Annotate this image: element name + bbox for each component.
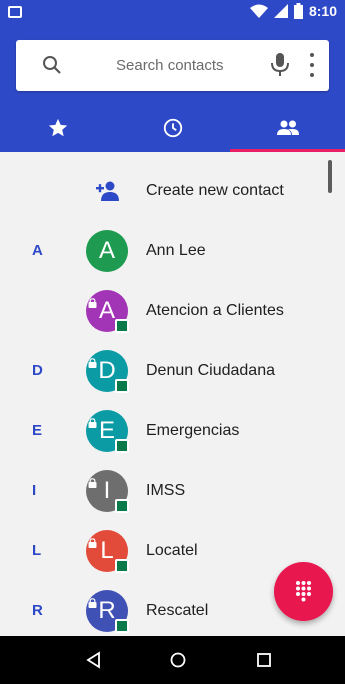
avatar: D (86, 350, 129, 393)
recents-icon[interactable] (254, 650, 274, 670)
avatar-initial: I (103, 477, 111, 504)
section-letter: L (32, 542, 42, 559)
dialpad-button[interactable] (274, 562, 333, 621)
contact-name: Locatel (146, 542, 198, 559)
contact-name: Denun Ciudadana (146, 362, 275, 379)
search-bar[interactable]: Search contacts (16, 40, 329, 91)
avatar: E (86, 410, 129, 453)
home-icon[interactable] (168, 650, 188, 670)
avatar-initial: L (100, 537, 114, 564)
add-person-icon (96, 181, 119, 201)
avatar-initial: A (98, 297, 115, 324)
avatar: R (86, 590, 129, 633)
contact-row[interactable]: D D Denun Ciudadana (0, 341, 345, 401)
create-contact-row[interactable]: Create new contact (0, 161, 345, 221)
section-letter: D (32, 362, 43, 379)
tab-bar (0, 104, 345, 152)
contact-row[interactable]: E E Emergencias (0, 401, 345, 461)
contact-name: Atencion a Clientes (146, 302, 284, 319)
lock-icon (88, 358, 97, 368)
status-bar: 8:10 (0, 0, 345, 24)
avatar: L (86, 530, 129, 573)
section-letter: R (32, 602, 43, 619)
tab-contacts[interactable] (230, 104, 345, 152)
tab-recents[interactable] (115, 104, 230, 152)
star-icon (48, 118, 67, 137)
work-badge-icon (115, 379, 129, 393)
section-letter: A (32, 242, 43, 259)
section-letter: E (32, 422, 43, 439)
dialpad-icon (296, 581, 311, 602)
status-time: 8:10 (308, 3, 337, 19)
lock-icon (88, 298, 97, 308)
contact-row[interactable]: I I IMSS (0, 461, 345, 521)
wifi-icon (249, 4, 268, 18)
contact-name: Rescatel (146, 602, 209, 619)
clock-icon (163, 118, 182, 138)
avatar-initial: R (98, 597, 116, 624)
lock-icon (88, 538, 97, 548)
work-badge-icon (115, 499, 129, 513)
search-icon[interactable] (40, 53, 64, 77)
contact-row[interactable]: A Atencion a Clientes (0, 281, 345, 341)
back-icon[interactable] (84, 650, 104, 670)
work-badge-icon (115, 619, 129, 633)
section-letter: I (32, 482, 37, 499)
section-letter (32, 281, 52, 341)
tab-favorites[interactable] (0, 104, 115, 152)
avatar: A (86, 230, 128, 272)
avatar: A (86, 290, 129, 333)
signal-icon (273, 4, 288, 18)
contact-name: IMSS (146, 482, 186, 499)
navigation-bar (0, 636, 345, 684)
lock-icon (88, 478, 97, 488)
people-icon (276, 120, 299, 135)
create-contact-label: Create new contact (146, 182, 284, 199)
contact-row[interactable]: A A Ann Lee (0, 221, 345, 281)
search-input[interactable]: Search contacts (116, 57, 224, 74)
work-badge-icon (115, 439, 129, 453)
microphone-icon[interactable] (269, 52, 291, 78)
battery-icon (293, 3, 303, 19)
avatar: I (86, 470, 129, 513)
lock-icon (88, 598, 97, 608)
avatar-initial: E (98, 417, 115, 444)
contact-name: Emergencias (146, 422, 240, 439)
image-notification-icon (8, 6, 22, 18)
contact-name: Ann Lee (146, 242, 206, 259)
more-options-icon[interactable] (309, 53, 315, 77)
avatar-initial: D (98, 357, 116, 384)
app-header: Search contacts (0, 24, 345, 152)
work-badge-icon (115, 319, 129, 333)
work-badge-icon (115, 559, 129, 573)
lock-icon (88, 418, 97, 428)
status-right: 8:10 (249, 3, 337, 19)
avatar-initial: A (98, 237, 115, 264)
